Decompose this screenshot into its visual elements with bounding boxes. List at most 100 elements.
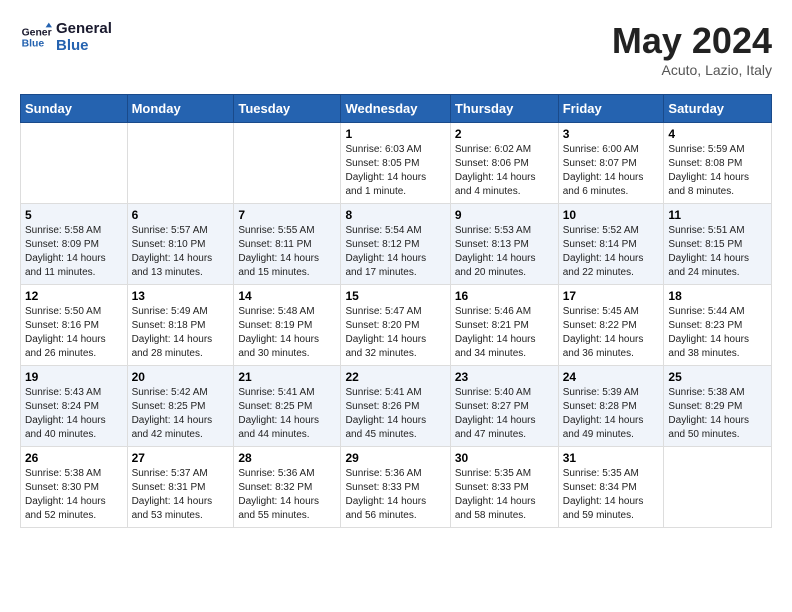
calendar-cell: 4 Sunrise: 5:59 AM Sunset: 8:08 PM Daylig… xyxy=(664,123,772,204)
calendar-cell: 8Sunrise: 5:54 AM Sunset: 8:12 PM Daylig… xyxy=(341,204,450,285)
day-number: 28 xyxy=(238,451,336,465)
day-number: 3 xyxy=(563,127,660,141)
day-info: Sunrise: 5:47 AM Sunset: 8:20 PM Dayligh… xyxy=(345,305,445,361)
calendar-cell: 7 Sunrise: 5:55 AM Sunset: 8:11 PM Daylig… xyxy=(234,204,341,285)
day-number: 7 xyxy=(238,208,336,222)
weekday-header: Sunday xyxy=(21,95,128,123)
day-number: 6 xyxy=(132,208,230,222)
day-info: Sunrise: 5:51 AM Sunset: 8:15 PM Dayligh… xyxy=(668,224,767,280)
day-info: Sunrise: 5:48 AM Sunset: 8:19 PM Dayligh… xyxy=(238,305,336,361)
calendar-cell: 11 Sunrise: 5:51 AM Sunset: 8:15 PM Dayli… xyxy=(664,204,772,285)
day-number: 30 xyxy=(455,451,554,465)
day-info: Sunrise: 5:49 AM Sunset: 8:18 PM Dayligh… xyxy=(132,305,230,361)
day-info: Sunrise: 5:36 AM Sunset: 8:32 PM Dayligh… xyxy=(238,467,336,523)
day-number: 1 xyxy=(345,127,445,141)
day-info: Sunrise: 5:36 AM Sunset: 8:33 PM Dayligh… xyxy=(345,467,445,523)
logo-icon: General Blue xyxy=(20,21,52,53)
day-info: Sunrise: 5:59 AM Sunset: 8:08 PM Dayligh… xyxy=(668,143,767,199)
day-number: 17 xyxy=(563,289,660,303)
day-number: 2 xyxy=(455,127,554,141)
calendar-cell: 1 Sunrise: 6:03 AM Sunset: 8:05 PM Daylig… xyxy=(341,123,450,204)
day-number: 23 xyxy=(455,370,554,384)
day-number: 11 xyxy=(668,208,767,222)
location: Acuto, Lazio, Italy xyxy=(612,62,772,78)
day-number: 25 xyxy=(668,370,767,384)
day-number: 15 xyxy=(345,289,445,303)
calendar-cell: 20 Sunrise: 5:42 AM Sunset: 8:25 PM Dayli… xyxy=(127,366,234,447)
day-number: 31 xyxy=(563,451,660,465)
day-number: 14 xyxy=(238,289,336,303)
day-info: Sunrise: 6:00 AM Sunset: 8:07 PM Dayligh… xyxy=(563,143,660,199)
calendar-cell: 23Sunrise: 5:40 AM Sunset: 8:27 PM Dayli… xyxy=(450,366,558,447)
day-info: Sunrise: 5:43 AM Sunset: 8:24 PM Dayligh… xyxy=(25,386,123,442)
day-number: 9 xyxy=(455,208,554,222)
day-number: 24 xyxy=(563,370,660,384)
day-info: Sunrise: 6:02 AM Sunset: 8:06 PM Dayligh… xyxy=(455,143,554,199)
calendar-cell xyxy=(664,447,772,528)
calendar-cell: 14 Sunrise: 5:48 AM Sunset: 8:19 PM Dayli… xyxy=(234,285,341,366)
day-info: Sunrise: 5:46 AM Sunset: 8:21 PM Dayligh… xyxy=(455,305,554,361)
calendar-cell: 2 Sunrise: 6:02 AM Sunset: 8:06 PM Daylig… xyxy=(450,123,558,204)
calendar-cell: 9Sunrise: 5:53 AM Sunset: 8:13 PM Daylig… xyxy=(450,204,558,285)
calendar-cell: 24 Sunrise: 5:39 AM Sunset: 8:28 PM Dayli… xyxy=(558,366,664,447)
calendar-week-row: 19 Sunrise: 5:43 AM Sunset: 8:24 PM Dayli… xyxy=(21,366,772,447)
calendar-cell: 10 Sunrise: 5:52 AM Sunset: 8:14 PM Dayli… xyxy=(558,204,664,285)
page-header: General Blue General Blue May 2024 Acuto… xyxy=(20,20,772,78)
day-number: 16 xyxy=(455,289,554,303)
day-info: Sunrise: 5:42 AM Sunset: 8:25 PM Dayligh… xyxy=(132,386,230,442)
day-number: 19 xyxy=(25,370,123,384)
calendar-cell: 29 Sunrise: 5:36 AM Sunset: 8:33 PM Dayli… xyxy=(341,447,450,528)
day-number: 18 xyxy=(668,289,767,303)
calendar-week-row: 1 Sunrise: 6:03 AM Sunset: 8:05 PM Daylig… xyxy=(21,123,772,204)
day-info: Sunrise: 6:03 AM Sunset: 8:05 PM Dayligh… xyxy=(345,143,445,199)
day-number: 13 xyxy=(132,289,230,303)
day-info: Sunrise: 5:38 AM Sunset: 8:29 PM Dayligh… xyxy=(668,386,767,442)
calendar-cell: 21 Sunrise: 5:41 AM Sunset: 8:25 PM Dayli… xyxy=(234,366,341,447)
calendar-cell: 15 Sunrise: 5:47 AM Sunset: 8:20 PM Dayli… xyxy=(341,285,450,366)
weekday-header: Wednesday xyxy=(341,95,450,123)
calendar-cell: 18 Sunrise: 5:44 AM Sunset: 8:23 PM Dayli… xyxy=(664,285,772,366)
calendar-cell xyxy=(234,123,341,204)
day-info: Sunrise: 5:52 AM Sunset: 8:14 PM Dayligh… xyxy=(563,224,660,280)
calendar-cell: 17Sunrise: 5:45 AM Sunset: 8:22 PM Dayli… xyxy=(558,285,664,366)
calendar-cell: 19 Sunrise: 5:43 AM Sunset: 8:24 PM Dayli… xyxy=(21,366,128,447)
svg-text:Blue: Blue xyxy=(22,39,45,50)
calendar-cell: 22Sunrise: 5:41 AM Sunset: 8:26 PM Dayli… xyxy=(341,366,450,447)
calendar-cell: 26Sunrise: 5:38 AM Sunset: 8:30 PM Dayli… xyxy=(21,447,128,528)
weekday-header: Monday xyxy=(127,95,234,123)
calendar-table: SundayMondayTuesdayWednesdayThursdayFrid… xyxy=(20,94,772,528)
day-number: 27 xyxy=(132,451,230,465)
calendar-cell: 27Sunrise: 5:37 AM Sunset: 8:31 PM Dayli… xyxy=(127,447,234,528)
day-info: Sunrise: 5:55 AM Sunset: 8:11 PM Dayligh… xyxy=(238,224,336,280)
weekday-header: Friday xyxy=(558,95,664,123)
calendar-cell: 28 Sunrise: 5:36 AM Sunset: 8:32 PM Dayli… xyxy=(234,447,341,528)
weekday-header: Tuesday xyxy=(234,95,341,123)
day-number: 4 xyxy=(668,127,767,141)
calendar-cell xyxy=(21,123,128,204)
day-info: Sunrise: 5:57 AM Sunset: 8:10 PM Dayligh… xyxy=(132,224,230,280)
day-info: Sunrise: 5:38 AM Sunset: 8:30 PM Dayligh… xyxy=(25,467,123,523)
calendar-cell: 6 Sunrise: 5:57 AM Sunset: 8:10 PM Daylig… xyxy=(127,204,234,285)
day-number: 21 xyxy=(238,370,336,384)
logo-blue: Blue xyxy=(56,37,112,54)
day-number: 29 xyxy=(345,451,445,465)
calendar-cell: 25 Sunrise: 5:38 AM Sunset: 8:29 PM Dayli… xyxy=(664,366,772,447)
day-number: 12 xyxy=(25,289,123,303)
day-info: Sunrise: 5:50 AM Sunset: 8:16 PM Dayligh… xyxy=(25,305,123,361)
day-info: Sunrise: 5:41 AM Sunset: 8:25 PM Dayligh… xyxy=(238,386,336,442)
day-info: Sunrise: 5:44 AM Sunset: 8:23 PM Dayligh… xyxy=(668,305,767,361)
logo-general: General xyxy=(56,20,112,37)
day-info: Sunrise: 5:58 AM Sunset: 8:09 PM Dayligh… xyxy=(25,224,123,280)
svg-text:General: General xyxy=(22,27,52,38)
day-number: 10 xyxy=(563,208,660,222)
day-number: 20 xyxy=(132,370,230,384)
day-info: Sunrise: 5:35 AM Sunset: 8:33 PM Dayligh… xyxy=(455,467,554,523)
title-block: May 2024 Acuto, Lazio, Italy xyxy=(612,20,772,78)
day-info: Sunrise: 5:41 AM Sunset: 8:26 PM Dayligh… xyxy=(345,386,445,442)
calendar-cell: 16 Sunrise: 5:46 AM Sunset: 8:21 PM Dayli… xyxy=(450,285,558,366)
calendar-cell: 3 Sunrise: 6:00 AM Sunset: 8:07 PM Daylig… xyxy=(558,123,664,204)
calendar-cell xyxy=(127,123,234,204)
day-info: Sunrise: 5:35 AM Sunset: 8:34 PM Dayligh… xyxy=(563,467,660,523)
day-number: 5 xyxy=(25,208,123,222)
day-info: Sunrise: 5:39 AM Sunset: 8:28 PM Dayligh… xyxy=(563,386,660,442)
